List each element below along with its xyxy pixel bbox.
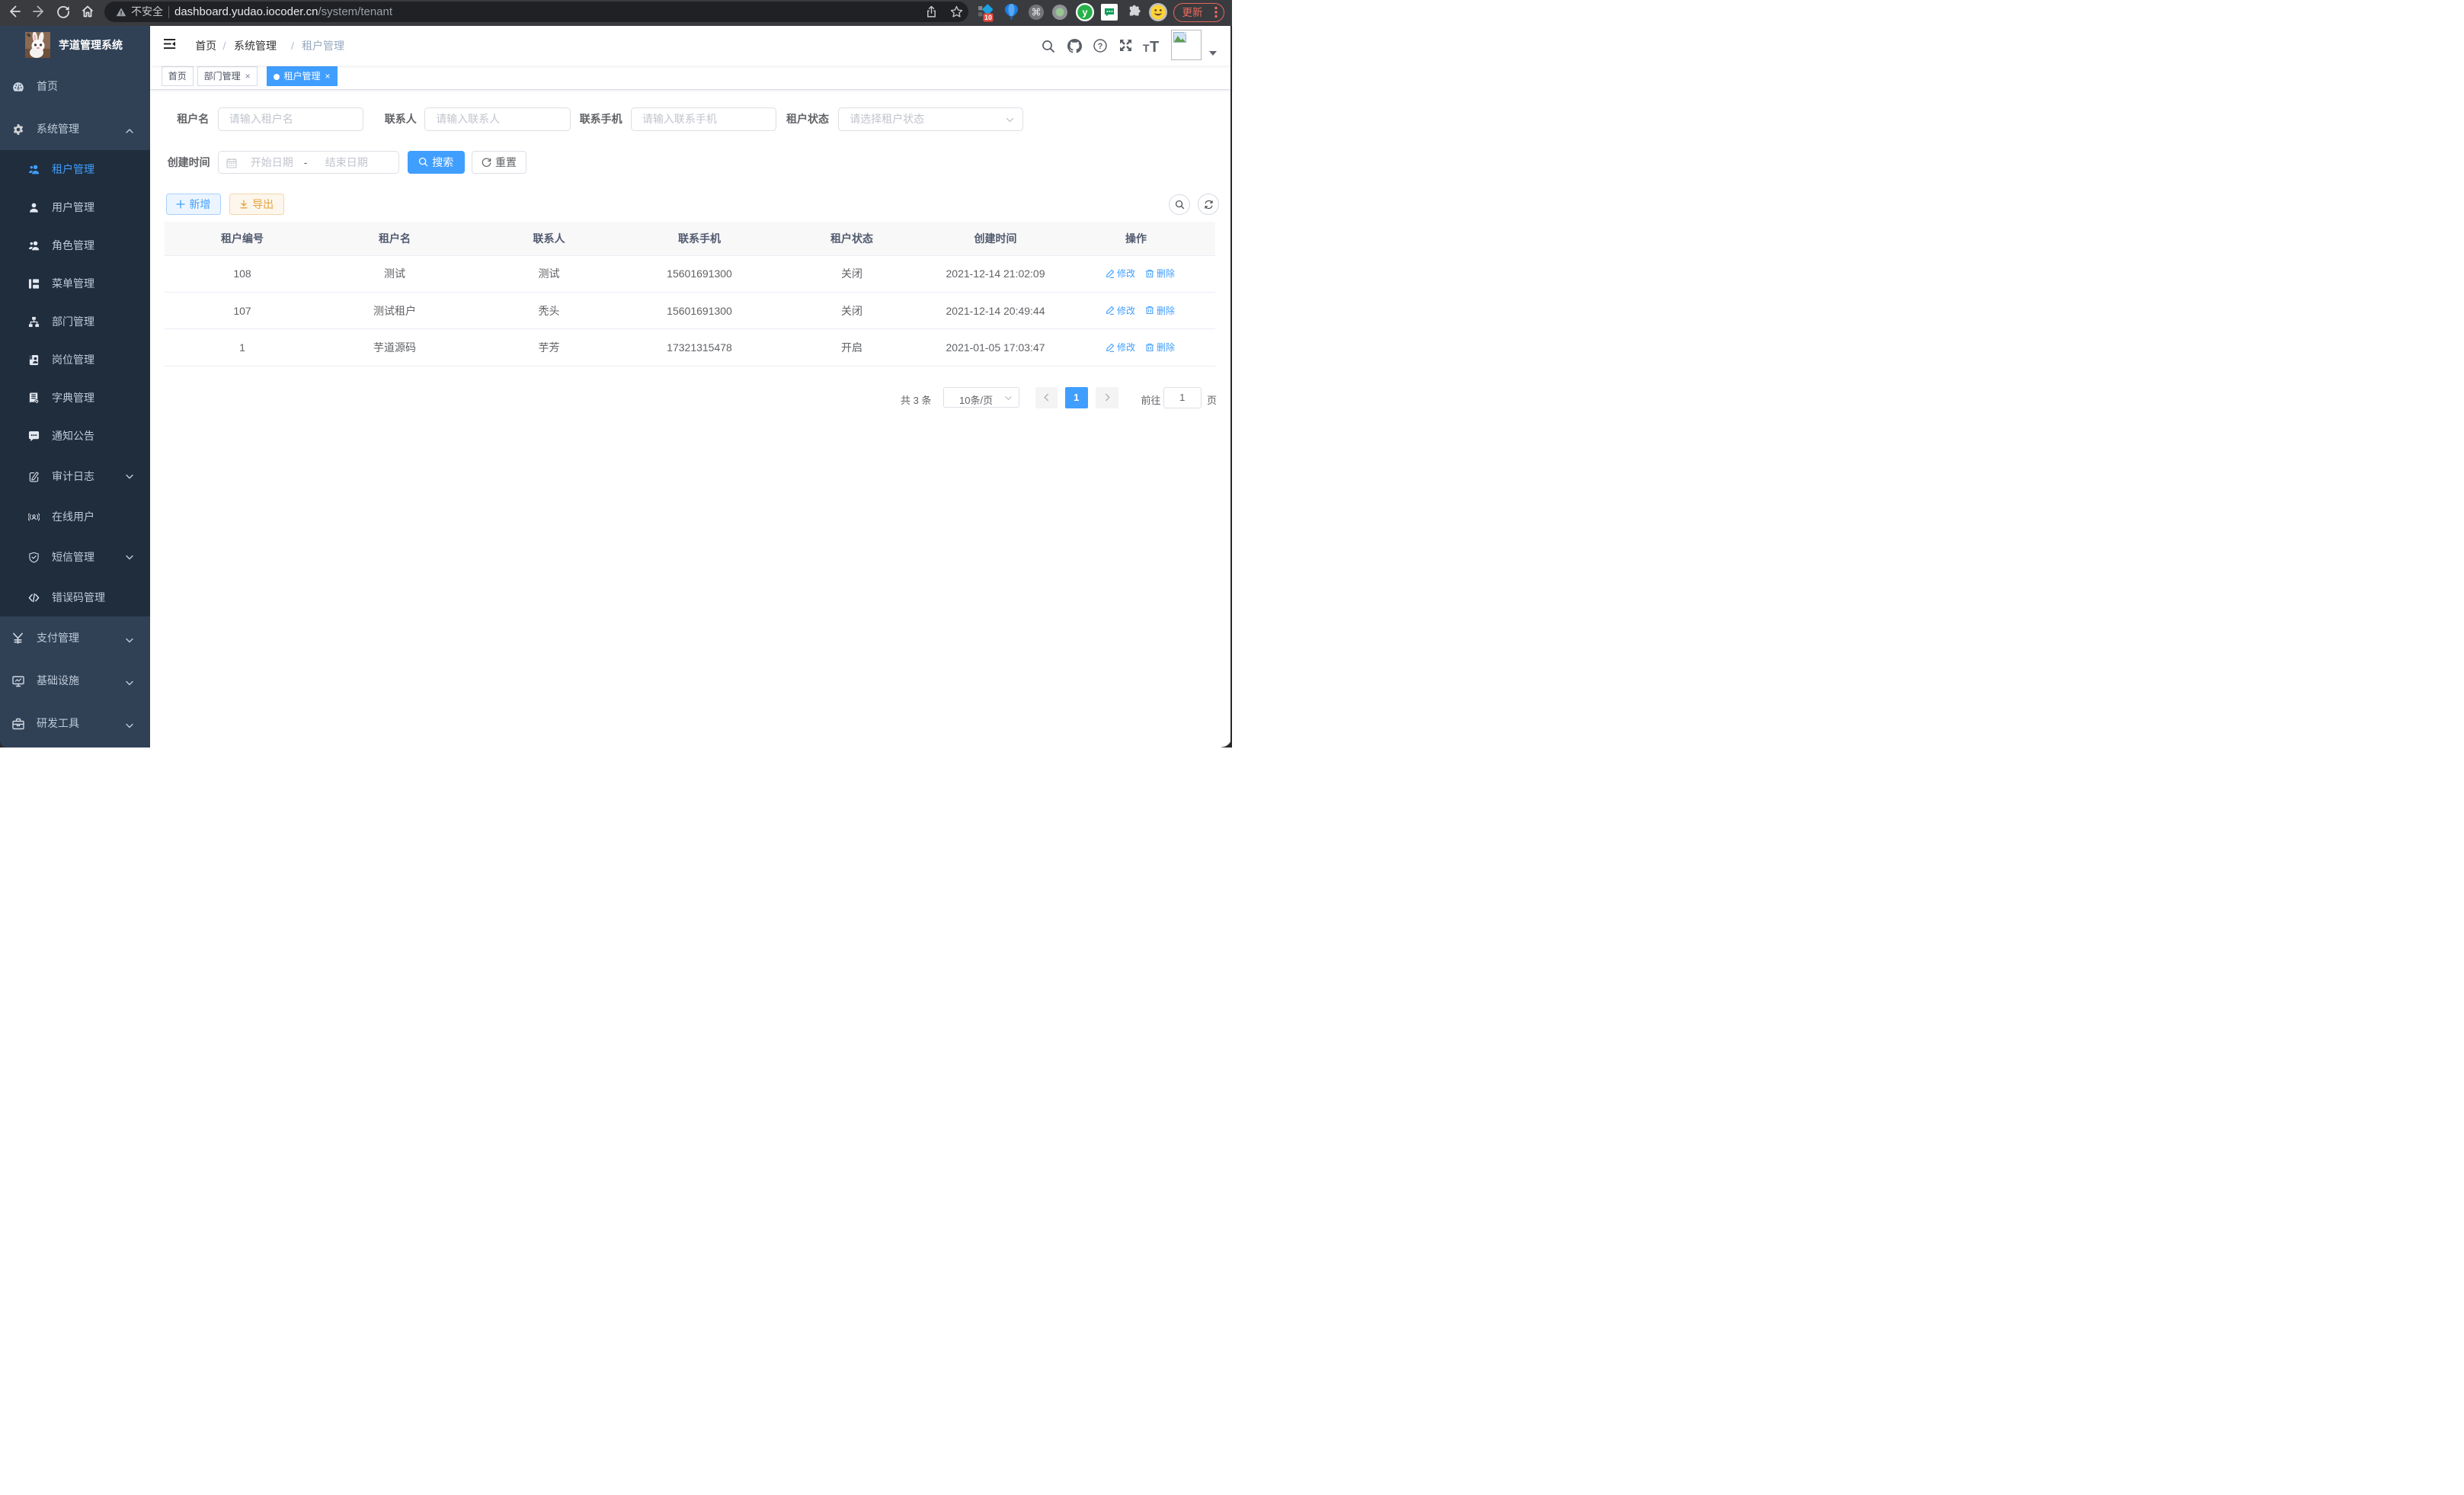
svg-text:10: 10 — [984, 14, 992, 21]
svg-text:y: y — [1082, 8, 1087, 18]
svg-text:⌘: ⌘ — [1031, 6, 1041, 18]
svg-text:?: ? — [1098, 42, 1103, 51]
